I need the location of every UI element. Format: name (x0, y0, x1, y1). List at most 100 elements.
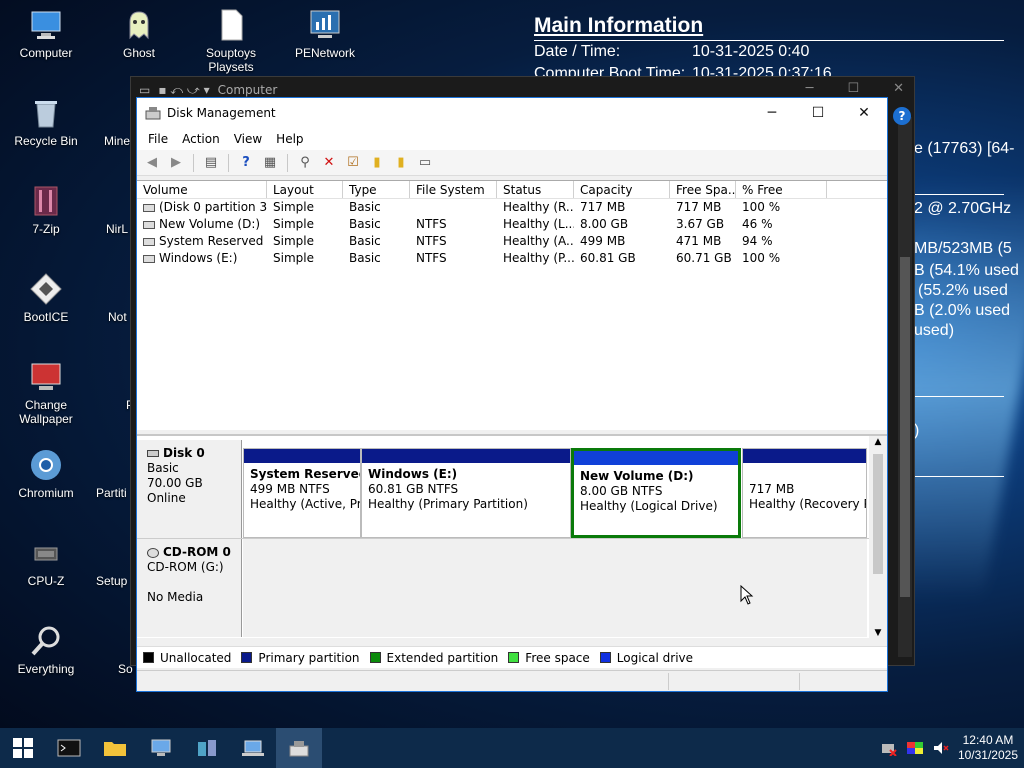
window-title: Disk Management (167, 106, 276, 120)
volume-list[interactable]: Volume Layout Type File System Status Ca… (137, 180, 887, 430)
network-icon (308, 8, 342, 42)
partition-new-volume-d[interactable]: New Volume (D:) 8.00 GB NTFS Healthy (Lo… (571, 448, 741, 538)
network-status-icon[interactable] (880, 740, 898, 756)
desktop-icon-label: PENetwork (294, 46, 356, 60)
disk-management-titlebar[interactable]: Disk Management ─ ☐ ✕ (137, 98, 887, 128)
column-header-layout[interactable]: Layout (267, 181, 343, 198)
cell-volume: (Disk 0 partition 3) (137, 199, 267, 216)
cell-free-space: 471 MB (676, 234, 722, 248)
menu-view[interactable]: View (227, 132, 269, 146)
delete-icon[interactable]: ✕ (320, 154, 338, 172)
taskbar-clock[interactable]: 12:40 AM 10/31/2025 (958, 733, 1018, 763)
cell-type: Basic (349, 217, 381, 231)
computer-window-title: Computer (217, 83, 278, 97)
taskbar-file-explorer[interactable] (92, 728, 138, 768)
taskbar-laptop[interactable] (230, 728, 276, 768)
scroll-up-icon[interactable]: ▲ (869, 436, 887, 448)
table-row[interactable]: Windows (E:) Simple Basic NTFS Healthy (… (137, 250, 887, 267)
back-arrow-icon[interactable]: ◀ (143, 154, 161, 172)
system-info-overlay: Main Information Date / Time: 10-31-2025… (534, 14, 1004, 85)
partition-size: 499 MB NTFS (250, 482, 330, 496)
volume-icon (143, 237, 155, 246)
close-icon[interactable]: ✕ (893, 81, 904, 96)
computer-window-controls: ─ ☐ ✕ (806, 81, 904, 96)
taskbar-disk-management[interactable] (276, 728, 322, 768)
scrollbar-thumb[interactable] (873, 454, 883, 574)
info-title: Main Information (534, 14, 1004, 41)
cdrom-name: CD-ROM 0 (163, 545, 231, 559)
desktop-icon-nirl[interactable]: NirL (76, 184, 136, 236)
magnifier-icon (29, 624, 63, 658)
desktop-icon-ghost[interactable]: Ghost (96, 8, 182, 60)
volume-muted-icon[interactable] (932, 740, 950, 756)
desktop-icon-computer[interactable]: Computer (3, 8, 89, 60)
table-row[interactable]: New Volume (D:) Simple Basic NTFS Health… (137, 216, 887, 233)
folder-search-icon[interactable]: ▮ (392, 154, 410, 172)
disk0-label[interactable]: Disk 0 Basic 70.00 GB Online (137, 440, 242, 538)
menu-file[interactable]: File (141, 132, 175, 146)
disk-graphical-view[interactable]: Disk 0 Basic 70.00 GB Online System Rese… (137, 434, 887, 640)
taskbar-app[interactable] (184, 728, 230, 768)
column-header-file-system[interactable]: File System (410, 181, 497, 198)
desktop-icon-souptoys[interactable]: Souptoys Playsets (188, 8, 274, 74)
volume-name: Windows (E:) (159, 251, 238, 265)
column-header-type[interactable]: Type (343, 181, 410, 198)
scroll-down-icon[interactable]: ▼ (869, 628, 887, 638)
folder-up-icon[interactable]: ▮ (368, 154, 386, 172)
cell-file-system: NTFS (416, 251, 447, 265)
help-icon[interactable]: ? (893, 107, 911, 125)
column-header-capacity[interactable]: Capacity (574, 181, 670, 198)
column-header-percent-free[interactable]: % Free (736, 181, 827, 198)
computer-icon (29, 8, 63, 42)
help-book-icon[interactable]: ? (237, 154, 255, 172)
graphical-view-scrollbar[interactable]: ▲ ▼ (869, 436, 887, 640)
connect-icon[interactable]: ⚲ (296, 154, 314, 172)
cell-capacity: 60.81 GB (580, 251, 636, 265)
show-hide-console-tree-icon[interactable]: ▤ (202, 154, 220, 172)
desktop-icon-setup[interactable]: Setup (76, 536, 136, 588)
cdrom0-label[interactable]: CD-ROM 0 CD-ROM (G:) No Media (137, 539, 242, 637)
maximize-button[interactable]: ☐ (795, 98, 841, 128)
column-header-free-space[interactable]: Free Spa... (670, 181, 736, 198)
view-list-icon[interactable]: ▭ (416, 154, 434, 172)
partition-name: System Reserved (250, 467, 360, 481)
column-header-volume[interactable]: Volume (137, 181, 267, 198)
checklist-icon[interactable]: ☑ (344, 154, 362, 172)
system-tray: 12:40 AM 10/31/2025 (880, 728, 1018, 768)
desktop-icon-so[interactable]: So (76, 624, 136, 676)
desktop-icon-mine[interactable]: Mine (76, 96, 136, 148)
cdrom-empty-area[interactable] (243, 539, 867, 637)
forward-arrow-icon[interactable]: ▶ (167, 154, 185, 172)
column-header-status[interactable]: Status (497, 181, 574, 198)
desktop-icon-partiti[interactable]: Partiti (76, 448, 136, 500)
minimize-button[interactable]: ─ (749, 98, 795, 128)
partition-windows-e[interactable]: Windows (E:) 60.81 GB NTFS Healthy (Prim… (361, 448, 571, 538)
start-button[interactable] (0, 728, 46, 768)
display-colors-icon[interactable] (906, 740, 924, 756)
desktop-icon-penetwork[interactable]: PENetwork (282, 8, 368, 60)
minimize-icon[interactable]: ─ (806, 81, 814, 96)
mouse-cursor-icon (740, 585, 754, 605)
document-icon (214, 8, 248, 42)
partition-system-reserved[interactable]: System Reserved 499 MB NTFS Healthy (Act… (243, 448, 361, 538)
taskbar-cmd[interactable] (46, 728, 92, 768)
cell-percent-free: 100 % (742, 251, 781, 265)
menu-help[interactable]: Help (269, 132, 310, 146)
table-row[interactable]: (Disk 0 partition 3) Simple Basic Health… (137, 199, 887, 216)
legend-swatch-free-space (508, 652, 520, 663)
computer-window-scrollbar[interactable] (898, 117, 912, 657)
menu-action[interactable]: Action (175, 132, 227, 146)
volume-icon (143, 203, 155, 212)
maximize-icon[interactable]: ☐ (847, 81, 859, 96)
partition-recovery[interactable]: 717 MB Healthy (Recovery Pa (742, 448, 867, 538)
disk-row-disk0: Disk 0 Basic 70.00 GB Online System Rese… (137, 440, 869, 538)
desktop-icon-p[interactable]: P (76, 360, 136, 412)
close-button[interactable]: ✕ (841, 98, 887, 128)
partition-type-bar (362, 449, 570, 463)
disk-management-window[interactable]: Disk Management ─ ☐ ✕ File Action View H… (136, 97, 888, 692)
desktop-icon-not[interactable]: Not (76, 272, 136, 324)
taskbar-computer[interactable] (138, 728, 184, 768)
table-row[interactable]: System Reserved (... Simple Basic NTFS H… (137, 233, 887, 250)
scrollbar-thumb[interactable] (900, 257, 910, 597)
properties-icon[interactable]: ▦ (261, 154, 279, 172)
